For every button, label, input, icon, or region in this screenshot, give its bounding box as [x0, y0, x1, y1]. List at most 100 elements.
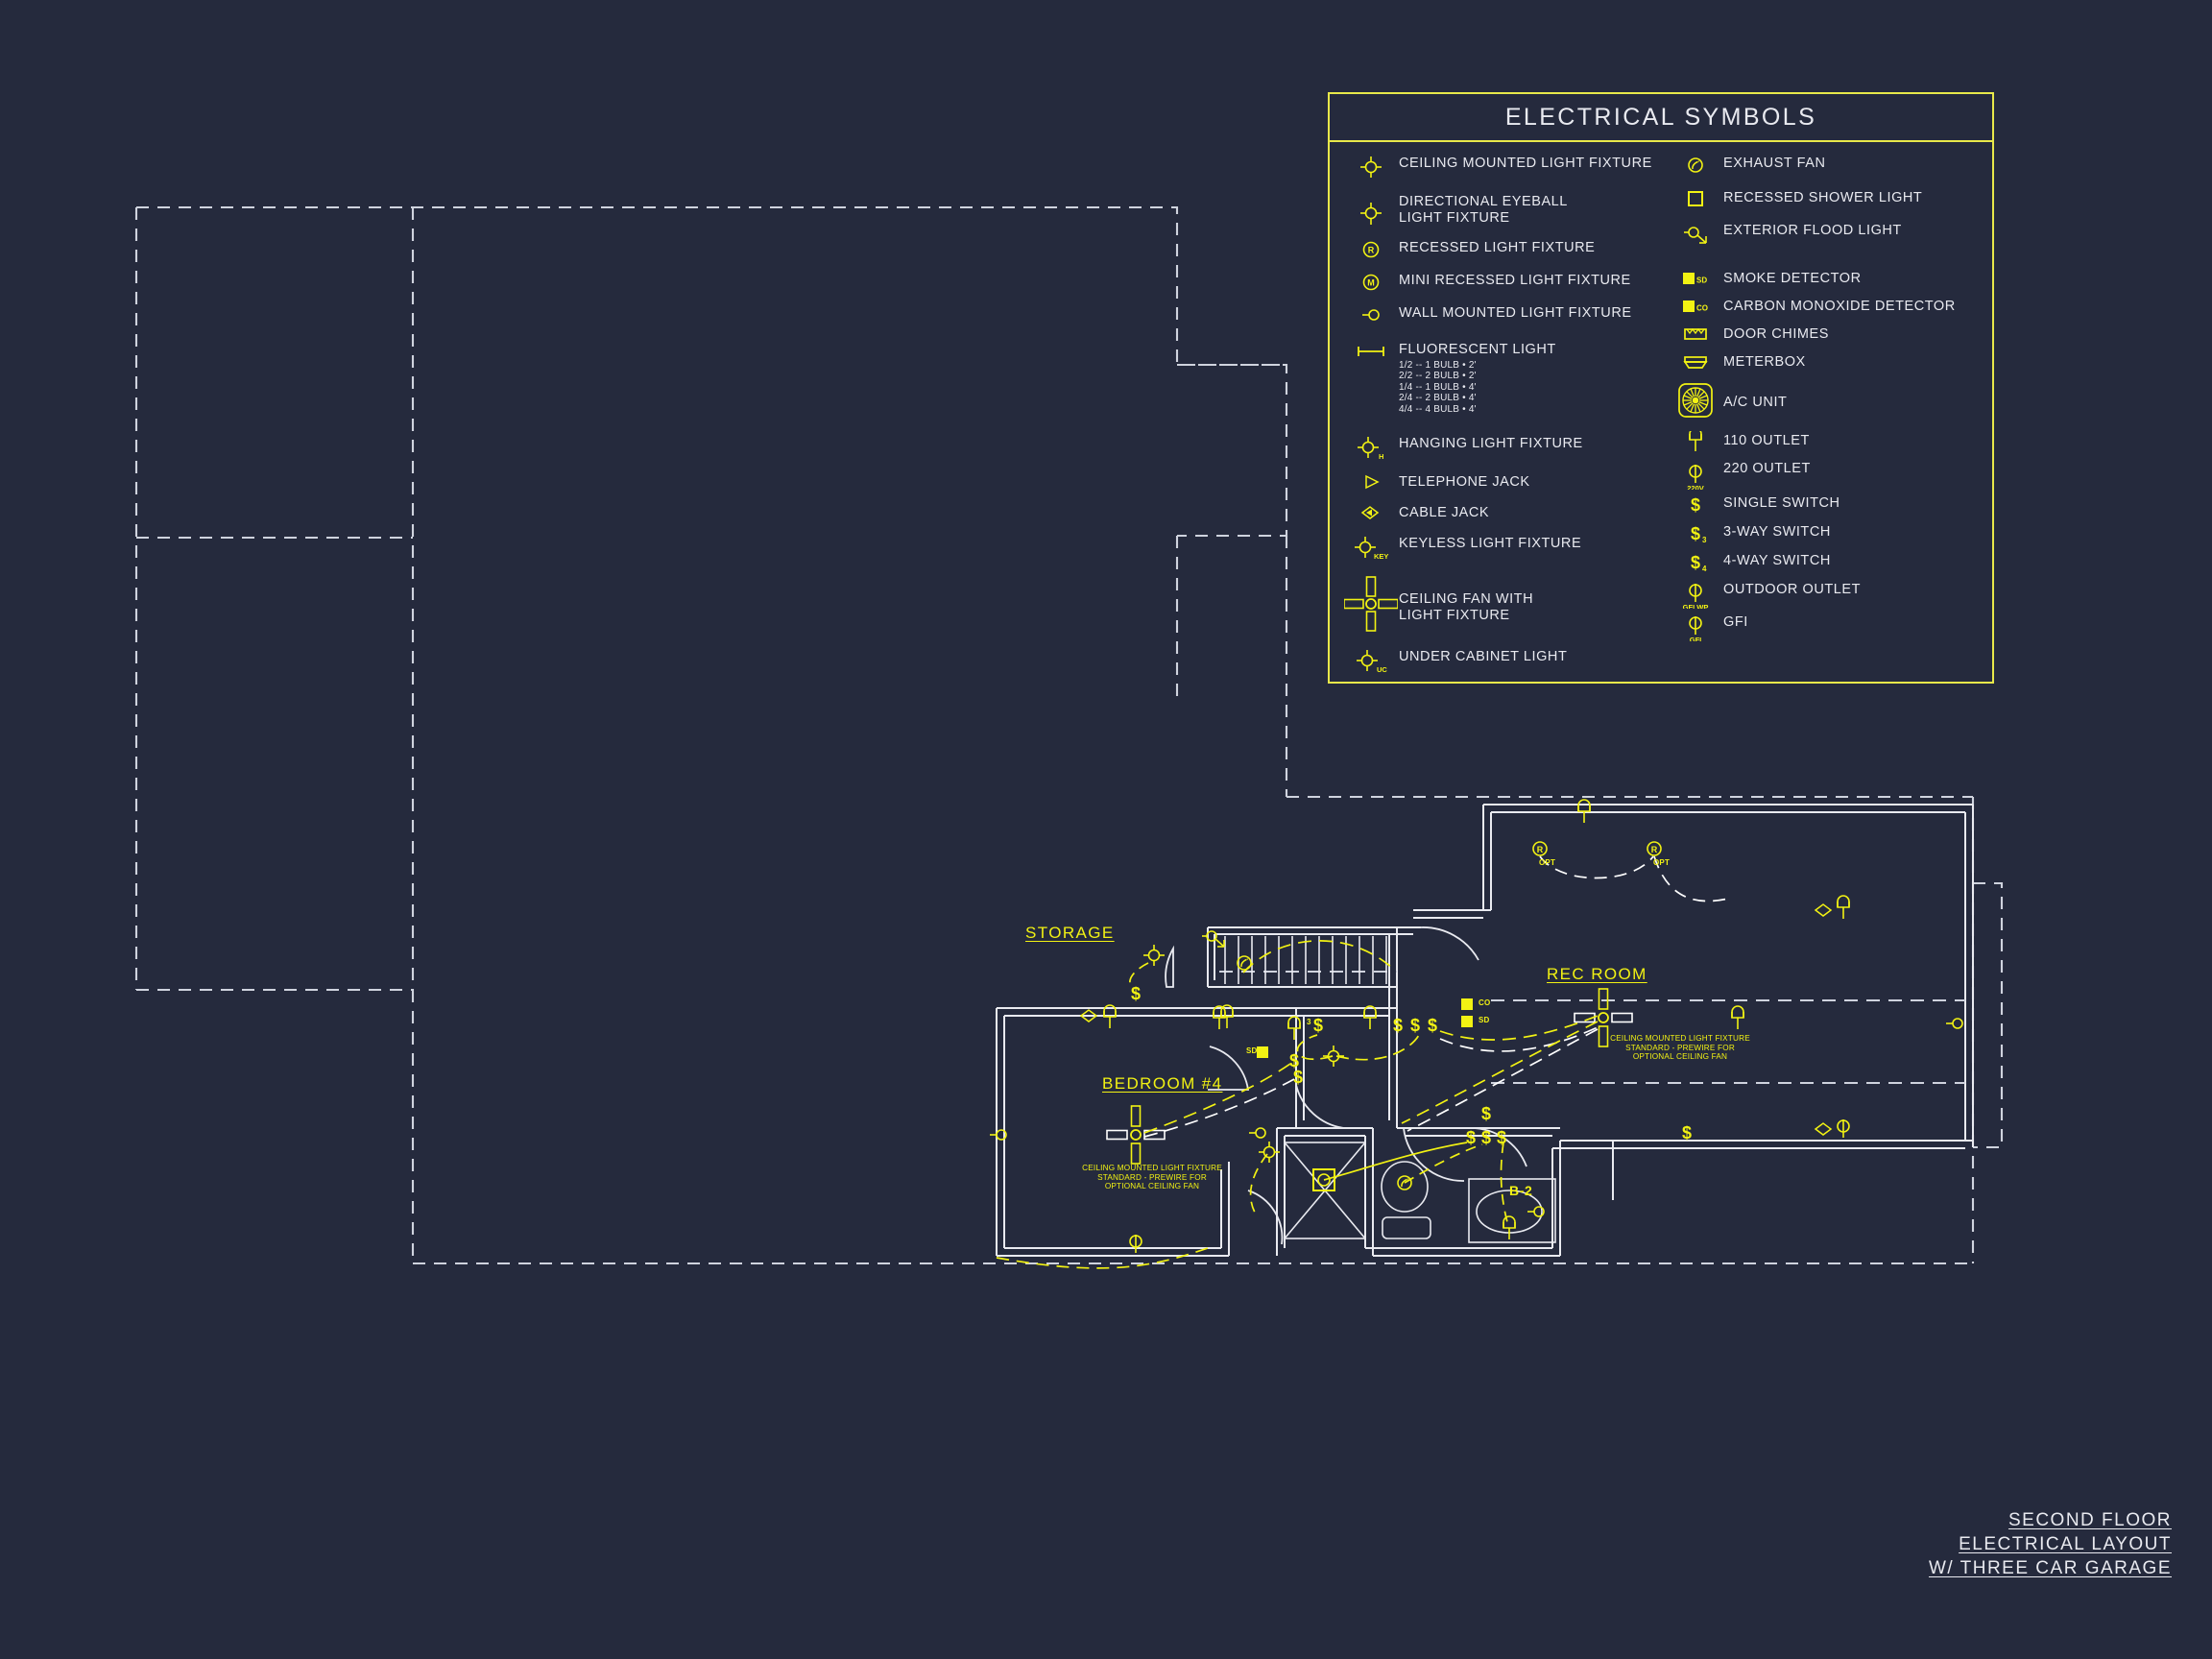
legend-row-gfi: GFI GFI — [1668, 613, 1984, 641]
svg-text:CO: CO — [1696, 304, 1708, 313]
legend-row-single-switch: SINGLE SWITCH — [1668, 493, 1984, 517]
legend-label: UNDER CABINET LIGHT — [1399, 649, 1568, 665]
legend-column-left: CEILING MOUNTED LIGHT FIXTURE DIRECTIONA… — [1343, 142, 1660, 674]
legend-row-cable-jack: CABLE JACK — [1343, 503, 1660, 522]
switch-hall-c — [1409, 1016, 1421, 1035]
legend-title: ELECTRICAL SYMBOLS — [1504, 103, 1817, 131]
legend-row-ceiling-mounted-light: CEILING MOUNTED LIGHT FIXTURE — [1343, 154, 1660, 180]
legend-label: CABLE JACK — [1399, 505, 1490, 521]
legend-row-110-outlet: 110 OUTLET — [1668, 431, 1984, 454]
legend-row-ac-unit: A/C UNIT — [1668, 379, 1984, 421]
recessed-light-fixture-icon: R — [1343, 238, 1399, 261]
wall-light-recroom-right — [1945, 1018, 1963, 1029]
legend-row-outdoor-outlet: GFI WP OUTDOOR OUTLET — [1668, 580, 1984, 609]
ceiling-fan-with-light-fixture-icon — [1343, 570, 1399, 634]
ceiling-fan-bedroom4 — [1106, 1105, 1166, 1165]
outlet-recroom-c — [1731, 1005, 1744, 1030]
legend-row-exhaust-fan: EXHAUST FAN — [1668, 154, 1984, 177]
legend-row-fluorescent-light: FLUORESCENT LIGHT 1/2 -- 1 BULB • 2' 2/2… — [1343, 340, 1660, 415]
switch-storage — [1130, 984, 1142, 1003]
svg-text:M: M — [1367, 278, 1375, 288]
outlet-bedroom4-bottom — [1129, 1234, 1142, 1254]
wall-mounted-light-fixture-icon — [1343, 303, 1399, 326]
telephone-jack-icon — [1343, 472, 1399, 492]
gfi-outlet-icon: GFI — [1668, 613, 1723, 641]
legend-label: 110 OUTLET — [1723, 433, 1810, 448]
legend-row-recessed-light: R RECESSED LIGHT FIXTURE — [1343, 238, 1660, 261]
legend-body: CEILING MOUNTED LIGHT FIXTURE DIRECTIONA… — [1330, 142, 1992, 684]
tag-switch-3way-a: 3 — [1307, 1018, 1311, 1026]
legend-label: RECESSED LIGHT FIXTURE — [1399, 240, 1596, 255]
under-cabinet-light-icon: UC — [1343, 647, 1399, 674]
legend-label: 220 OUTLET — [1723, 461, 1811, 476]
svg-text:220V: 220V — [1687, 484, 1704, 490]
circuit-runs — [996, 855, 1729, 1269]
note-bedroom-fan: CEILING MOUNTED LIGHT FIXTURE STANDARD -… — [1082, 1164, 1222, 1191]
room-label-rec-room: REC ROOM — [1547, 965, 1647, 983]
switch-hall-3way — [1312, 1016, 1324, 1035]
legend-row-mini-recessed-light: M MINI RECESSED LIGHT FIXTURE — [1343, 271, 1660, 294]
staircase-treads — [1224, 936, 1387, 984]
ceiling-light-storage — [1142, 944, 1166, 967]
switch-hall-d — [1427, 1016, 1438, 1035]
legend-label: 3-WAY SWITCH — [1723, 524, 1831, 540]
legend-label: DOOR CHIMES — [1723, 326, 1829, 342]
outlet-bedroom4-top — [1287, 1016, 1301, 1041]
title-line-3: W/ THREE CAR GARAGE — [1928, 1558, 2172, 1578]
legend-label: EXTERIOR FLOOD LIGHT — [1723, 223, 1902, 238]
legend-title-bar: ELECTRICAL SYMBOLS — [1330, 94, 1992, 142]
svg-text:H: H — [1379, 452, 1383, 461]
mini-recessed-light-fixture-icon: M — [1343, 271, 1399, 294]
legend-column-right: EXHAUST FAN RECESSED SHOWER LIGHT EXTERI… — [1668, 142, 1984, 641]
interior-dashed — [1219, 971, 1965, 1084]
recessed-shower-light-icon — [1668, 188, 1723, 209]
legend-row-telephone-jack: TELEPHONE JACK — [1343, 472, 1660, 492]
note-recroom-fan: CEILING MOUNTED LIGHT FIXTURE STANDARD -… — [1610, 1034, 1750, 1062]
eyeball-recroom-b — [1815, 1122, 1832, 1136]
outlet-110-icon — [1668, 431, 1723, 454]
legend-row-hanging-light: H HANGING LIGHT FIXTURE — [1343, 434, 1660, 461]
exterior-flood-light-icon — [1668, 221, 1723, 248]
recessed-opt-right — [1647, 841, 1662, 856]
svg-text:3: 3 — [1702, 536, 1707, 544]
legend-label: FLUORESCENT LIGHT — [1399, 342, 1556, 357]
cable-jack-icon — [1343, 503, 1399, 522]
legend-label: MINI RECESSED LIGHT FIXTURE — [1399, 273, 1631, 288]
room-label-storage: STORAGE — [1025, 924, 1115, 942]
svg-text:R: R — [1368, 246, 1375, 255]
legend-row-4-way-switch: 4 4-WAY SWITCH — [1668, 551, 1984, 574]
outlet-220-icon: 220V — [1668, 461, 1723, 490]
legend-label: 4-WAY SWITCH — [1723, 553, 1831, 568]
legend-label: SINGLE SWITCH — [1723, 495, 1840, 511]
exhaust-fan-icon — [1668, 154, 1723, 177]
switch-bedroom4-b — [1292, 1068, 1304, 1087]
legend-row-meterbox: METERBOX — [1668, 352, 1984, 373]
eyeball-recroom-a — [1815, 903, 1832, 917]
legend-label: SMOKE DETECTOR — [1723, 271, 1862, 286]
legend-label: METERBOX — [1723, 354, 1806, 370]
svg-text:UC: UC — [1377, 665, 1387, 674]
three-way-switch-icon: 3 — [1668, 522, 1723, 545]
legend-row-carbon-monoxide-detector: CO CARBON MONOXIDE DETECTOR — [1668, 297, 1984, 316]
title-block: SECOND FLOOR ELECTRICAL LAYOUT W/ THREE … — [1929, 1508, 2172, 1580]
legend-row-smoke-detector: SD SMOKE DETECTOR — [1668, 269, 1984, 288]
tag-opt-left: OPT — [1539, 858, 1556, 867]
hanging-light-fixture-icon: H — [1343, 434, 1399, 461]
legend-label: CEILING FAN WITH LIGHT FIXTURE — [1399, 591, 1534, 623]
switch-bath-a — [1465, 1128, 1477, 1147]
tag-co-detector: CO — [1479, 998, 1491, 1007]
co-detector-hall — [1461, 998, 1473, 1010]
outdoor-outlet-icon: GFI WP — [1668, 580, 1723, 609]
legend-row-exterior-flood-light: EXTERIOR FLOOD LIGHT — [1668, 221, 1984, 248]
switch-recroom — [1681, 1123, 1693, 1142]
smoke-detector-stair — [1257, 1046, 1268, 1058]
legend-label: HANGING LIGHT FIXTURE — [1399, 436, 1583, 452]
legend-row-220-outlet: 220V 220 OUTLET — [1668, 461, 1984, 490]
outlet-hall-b — [1363, 1005, 1377, 1030]
legend-row-door-chimes: DOOR CHIMES — [1668, 325, 1984, 344]
directional-eyeball-light-fixture-icon — [1343, 192, 1399, 227]
legend-label: TELEPHONE JACK — [1399, 474, 1530, 491]
legend-label: DIRECTIONAL EYEBALL LIGHT FIXTURE — [1399, 194, 1568, 226]
svg-text:SD: SD — [1696, 276, 1707, 285]
smoke-detector-hall — [1461, 1016, 1473, 1027]
